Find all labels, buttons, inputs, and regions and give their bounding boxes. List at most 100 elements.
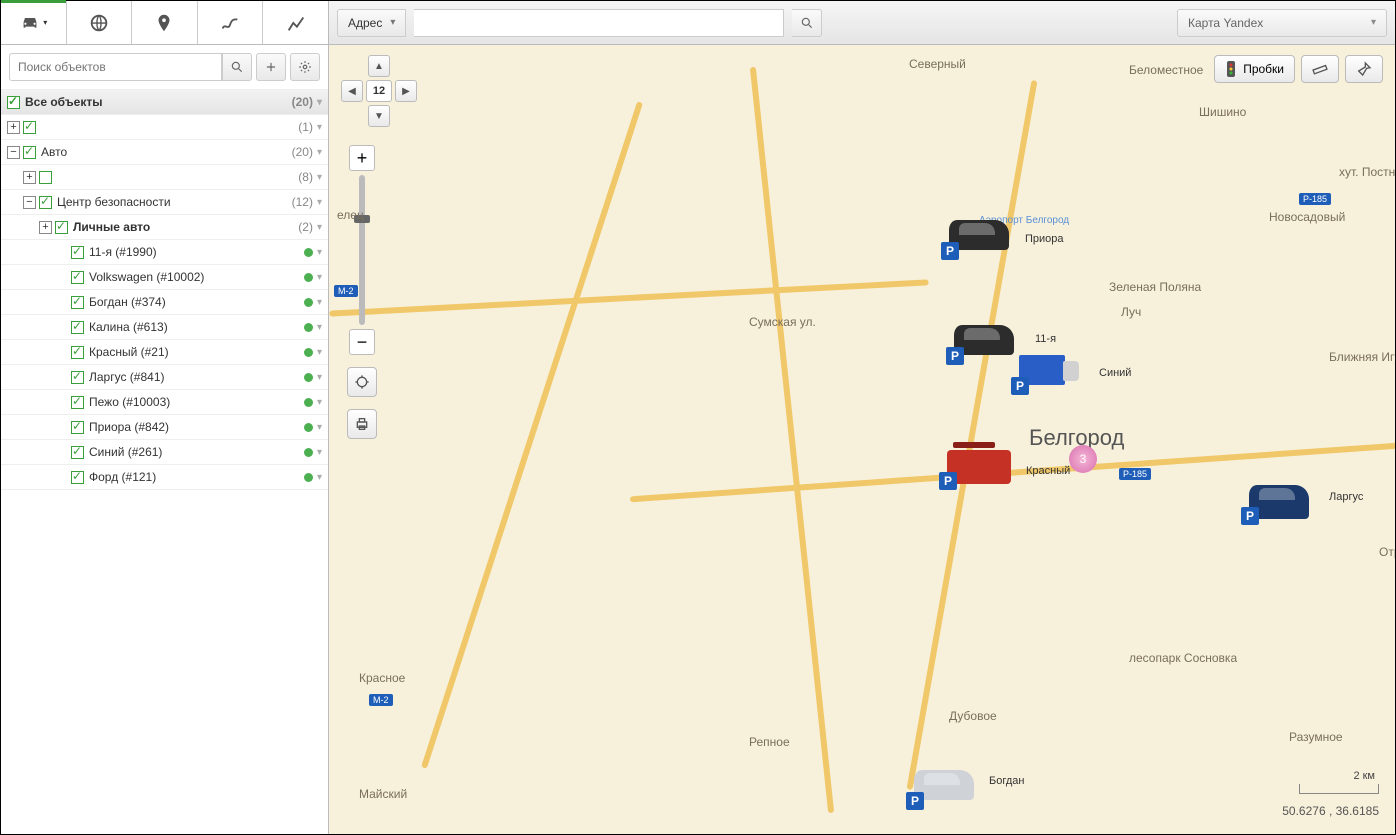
vehicle-marker[interactable]: P	[947, 450, 1011, 484]
checkbox[interactable]	[71, 346, 84, 359]
print-button[interactable]	[347, 409, 377, 439]
tree-row[interactable]: Синий (#261)▾	[1, 440, 328, 465]
chevron-down-icon[interactable]: ▾	[317, 97, 322, 108]
chevron-down-icon[interactable]: ▾	[317, 297, 322, 308]
map-place-label: Новосадовый	[1269, 210, 1345, 224]
checkbox[interactable]	[39, 171, 52, 184]
tree-row[interactable]: Форд (#121)▾	[1, 465, 328, 490]
vehicle-marker[interactable]: P	[914, 770, 974, 800]
tab-reports[interactable]	[263, 1, 328, 44]
chevron-down-icon[interactable]: ▾	[317, 172, 322, 183]
search-row	[1, 45, 328, 90]
expand-toggle[interactable]: +	[7, 121, 20, 134]
tree-row[interactable]: −Центр безопасности(12)▾	[1, 190, 328, 215]
zoom-in-button[interactable]: +	[349, 145, 375, 171]
chevron-down-icon[interactable]: ▾	[317, 122, 322, 133]
tree-row[interactable]: Калина (#613)▾	[1, 315, 328, 340]
map-place-label: Сумская ул.	[749, 315, 816, 329]
vehicle-marker[interactable]: P	[949, 220, 1009, 250]
topbar: Адрес Карта Yandex	[329, 1, 1395, 45]
expand-toggle[interactable]: −	[23, 196, 36, 209]
checkbox[interactable]	[71, 371, 84, 384]
expand-toggle[interactable]: −	[7, 146, 20, 159]
tab-tracks[interactable]	[198, 1, 264, 44]
locate-button[interactable]	[347, 367, 377, 397]
chevron-down-icon[interactable]: ▾	[317, 322, 322, 333]
traffic-light-icon	[1225, 61, 1237, 77]
checkbox[interactable]	[71, 271, 84, 284]
tree-header[interactable]: Все объекты (20) ▾	[1, 90, 328, 115]
tree-row[interactable]: −Авто(20)▾	[1, 140, 328, 165]
magnifier-icon	[230, 60, 244, 74]
settings-button[interactable]	[290, 53, 320, 81]
search-button[interactable]	[222, 53, 252, 81]
tree-item-label: Volkswagen (#10002)	[89, 270, 304, 284]
expand-toggle[interactable]: +	[39, 221, 52, 234]
tree-row[interactable]: Приора (#842)▾	[1, 415, 328, 440]
expand-toggle[interactable]: +	[23, 171, 36, 184]
time-next-button[interactable]: ▶	[395, 80, 417, 102]
tree-item-label: Ларгус (#841)	[89, 370, 304, 384]
checkbox[interactable]	[23, 121, 36, 134]
zoom-out-button[interactable]: −	[349, 329, 375, 355]
vehicle-marker[interactable]: P	[1249, 485, 1309, 519]
checkbox[interactable]	[71, 321, 84, 334]
tab-poi[interactable]	[132, 1, 198, 44]
checkbox[interactable]	[71, 296, 84, 309]
status-dot	[304, 473, 313, 482]
checkbox[interactable]	[71, 471, 84, 484]
chevron-down-icon[interactable]: ▾	[317, 347, 322, 358]
traffic-button[interactable]: Пробки	[1214, 55, 1295, 83]
tab-objects[interactable]: ▾	[1, 1, 67, 44]
checkbox[interactable]	[55, 221, 68, 234]
checkbox[interactable]	[23, 146, 36, 159]
chevron-down-icon[interactable]: ▾	[317, 147, 322, 158]
globe-icon	[88, 12, 110, 34]
chevron-down-icon[interactable]: ▾	[317, 422, 322, 433]
address-type-select[interactable]: Адрес	[337, 9, 406, 37]
tree-row[interactable]: +(1)▾	[1, 115, 328, 140]
parking-icon: P	[946, 347, 964, 365]
time-up-button[interactable]: ▲	[368, 55, 390, 77]
checkbox[interactable]	[71, 396, 84, 409]
chevron-down-icon[interactable]: ▾	[317, 447, 322, 458]
cluster-marker[interactable]: 3	[1069, 445, 1097, 473]
address-input[interactable]	[414, 9, 784, 37]
chevron-down-icon[interactable]: ▾	[317, 272, 322, 283]
tree-row[interactable]: +(8)▾	[1, 165, 328, 190]
search-input[interactable]	[9, 53, 222, 81]
tree-row[interactable]: Пежо (#10003)▾	[1, 390, 328, 415]
add-button[interactable]	[256, 53, 286, 81]
checkbox[interactable]	[71, 246, 84, 259]
chevron-down-icon[interactable]: ▾	[317, 197, 322, 208]
checkbox[interactable]	[39, 196, 52, 209]
map-provider-select[interactable]: Карта Yandex	[1177, 9, 1387, 37]
vehicle-marker[interactable]: P	[1019, 355, 1065, 385]
clear-button[interactable]	[1345, 55, 1383, 83]
checkbox-all[interactable]	[7, 96, 20, 109]
tree-item-label: Центр безопасности	[57, 195, 292, 209]
zoom-slider[interactable]	[359, 175, 365, 325]
chevron-down-icon[interactable]: ▾	[317, 222, 322, 233]
chevron-down-icon[interactable]: ▾	[317, 472, 322, 483]
time-down-button[interactable]: ▼	[368, 105, 390, 127]
chevron-down-icon[interactable]: ▾	[317, 247, 322, 258]
vehicle-label: Приора	[1025, 233, 1064, 245]
checkbox[interactable]	[71, 446, 84, 459]
tree-header-label: Все объекты	[25, 95, 292, 109]
checkbox[interactable]	[71, 421, 84, 434]
time-prev-button[interactable]: ◀	[341, 80, 363, 102]
ruler-button[interactable]	[1301, 55, 1339, 83]
tree-row[interactable]: Богдан (#374)▾	[1, 290, 328, 315]
vehicle-marker[interactable]: P	[954, 325, 1014, 355]
tab-geozones[interactable]	[67, 1, 133, 44]
tree-row[interactable]: Ларгус (#841) ▾	[1, 365, 328, 390]
tree-row[interactable]: Volkswagen (#10002) ▾	[1, 265, 328, 290]
map[interactable]: ▲ ◀ 12 ▶ ▼ + − Пробки 2	[329, 45, 1395, 834]
address-search-button[interactable]	[792, 9, 822, 37]
chevron-down-icon[interactable]: ▾	[317, 372, 322, 383]
tree-row[interactable]: Красный (#21)▾	[1, 340, 328, 365]
chevron-down-icon[interactable]: ▾	[317, 397, 322, 408]
tree-row[interactable]: 11-я (#1990)▾	[1, 240, 328, 265]
tree-row[interactable]: +Личные авто(2)▾	[1, 215, 328, 240]
